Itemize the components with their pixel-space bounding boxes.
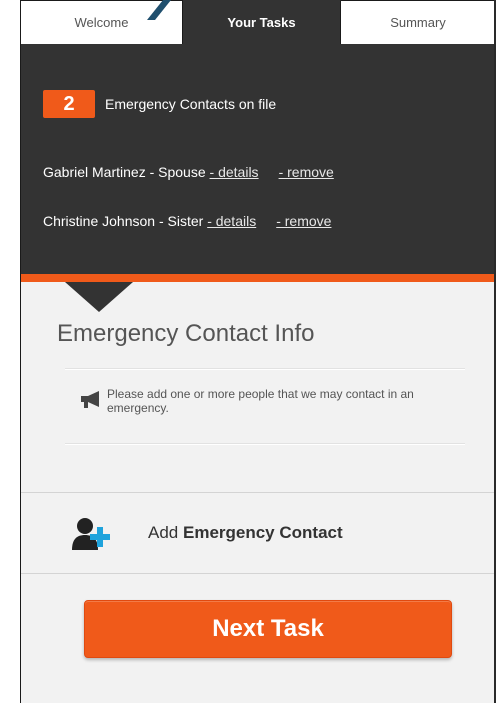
contacts-count-row: 2 Emergency Contacts on file — [43, 90, 276, 118]
add-emergency-contact-button[interactable]: Add Emergency Contact — [21, 493, 494, 573]
contacts-count-label: Emergency Contacts on file — [105, 96, 277, 112]
contact-details-link[interactable]: - details — [207, 213, 256, 229]
tab-summary[interactable]: Summary — [341, 0, 494, 44]
contacts-count-badge: 2 — [43, 90, 95, 118]
add-contact-prefix: Add — [148, 523, 179, 542]
section-title: Emergency Contact Info — [57, 320, 315, 347]
info-note-text: Please add one or more people that we ma… — [107, 387, 414, 415]
next-task-button[interactable]: Next Task — [84, 600, 452, 658]
contact-row: Christine Johnson - Sister - details - re… — [43, 213, 331, 229]
contacts-on-file-panel: 2 Emergency Contacts on file Gabriel Mar… — [21, 44, 494, 282]
contact-name: Christine Johnson - Sister — [43, 213, 204, 229]
tab-pointer-icon — [147, 0, 171, 20]
info-note: Please add one or more people that we ma… — [65, 368, 465, 444]
divider — [21, 573, 494, 574]
add-contact-label: Add Emergency Contact — [148, 523, 343, 543]
add-contact-bold: Emergency Contact — [182, 523, 343, 542]
contact-row: Gabriel Martinez - Spouse - details - rem… — [43, 164, 334, 180]
contact-details-link[interactable]: - details — [210, 164, 259, 180]
panel-pointer-triangle — [65, 282, 133, 312]
tab-bar: Welcome Your Tasks Summary — [21, 0, 494, 44]
contact-remove-link[interactable]: - remove — [276, 213, 331, 229]
contact-name: Gabriel Martinez - Spouse — [43, 164, 206, 180]
app-frame: Welcome Your Tasks Summary 2 Emergency C… — [20, 0, 496, 703]
add-person-icon — [72, 518, 110, 550]
tab-your-tasks[interactable]: Your Tasks — [183, 0, 341, 44]
contact-remove-link[interactable]: - remove — [279, 164, 334, 180]
megaphone-icon — [81, 391, 99, 408]
